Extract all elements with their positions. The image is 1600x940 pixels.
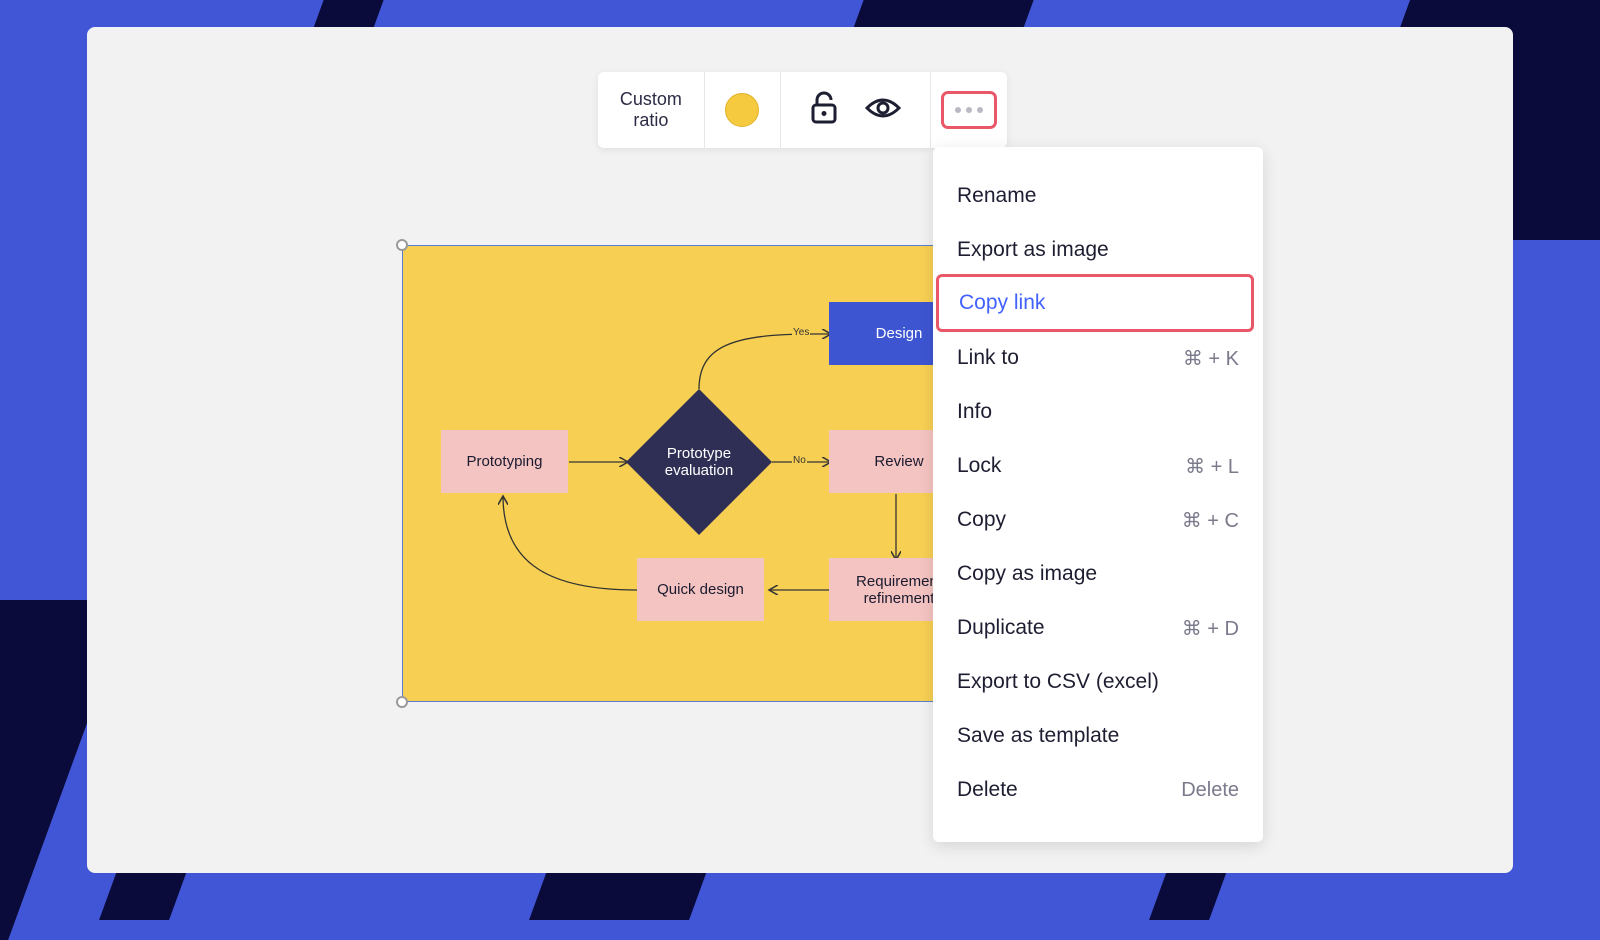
menu-item-copy-link[interactable]: Copy link	[936, 274, 1254, 332]
menu-item-export-csv[interactable]: Export to CSV (excel)	[933, 655, 1263, 709]
resize-handle-bottom-left[interactable]	[396, 696, 408, 708]
menu-item-export-as-image[interactable]: Export as image	[933, 223, 1263, 277]
connector-label-no: No	[792, 455, 807, 466]
more-icon[interactable]	[941, 91, 998, 129]
diagram-frame[interactable]: Design Prototyping Prototype evaluation …	[402, 245, 1002, 702]
menu-item-copy-as-image[interactable]: Copy as image	[933, 547, 1263, 601]
shortcut-lock: ⌘ + L	[1185, 455, 1239, 478]
context-menu: Rename Export as image Copy link Link to…	[933, 147, 1263, 842]
menu-item-save-as-template[interactable]: Save as template	[933, 709, 1263, 763]
color-picker-button[interactable]	[705, 72, 781, 148]
menu-item-info[interactable]: Info	[933, 385, 1263, 439]
connector-label-yes: Yes	[792, 327, 811, 338]
menu-item-delete[interactable]: Delete Delete	[933, 763, 1263, 817]
node-quick-design[interactable]: Quick design	[637, 558, 764, 621]
eye-icon[interactable]	[865, 96, 902, 125]
menu-item-rename[interactable]: Rename	[933, 169, 1263, 223]
shortcut-link-to: ⌘ + K	[1182, 347, 1239, 370]
menu-item-duplicate[interactable]: Duplicate ⌘ + D	[933, 601, 1263, 655]
ratio-button[interactable]: Custom ratio	[598, 72, 705, 148]
frame-toolbar: Custom ratio	[598, 72, 1007, 148]
whiteboard-canvas[interactable]: Custom ratio Design Prototyping Prototyp…	[87, 27, 1513, 873]
menu-item-link-to[interactable]: Link to ⌘ + K	[933, 331, 1263, 385]
menu-item-lock[interactable]: Lock ⌘ + L	[933, 439, 1263, 493]
shortcut-delete: Delete	[1181, 778, 1239, 801]
node-prototyping[interactable]: Prototyping	[441, 430, 568, 493]
menu-item-copy[interactable]: Copy ⌘ + C	[933, 493, 1263, 547]
resize-handle-top-left[interactable]	[396, 239, 408, 251]
toolbar-icon-group	[781, 72, 932, 148]
shortcut-duplicate: ⌘ + D	[1181, 617, 1239, 640]
node-prototype-evaluation[interactable]: Prototype evaluation	[649, 442, 749, 482]
unlock-icon[interactable]	[809, 91, 839, 130]
color-swatch	[725, 93, 760, 127]
ratio-label: Custom ratio	[619, 89, 682, 130]
shortcut-copy: ⌘ + C	[1181, 509, 1239, 532]
more-options-cell	[931, 72, 1007, 148]
